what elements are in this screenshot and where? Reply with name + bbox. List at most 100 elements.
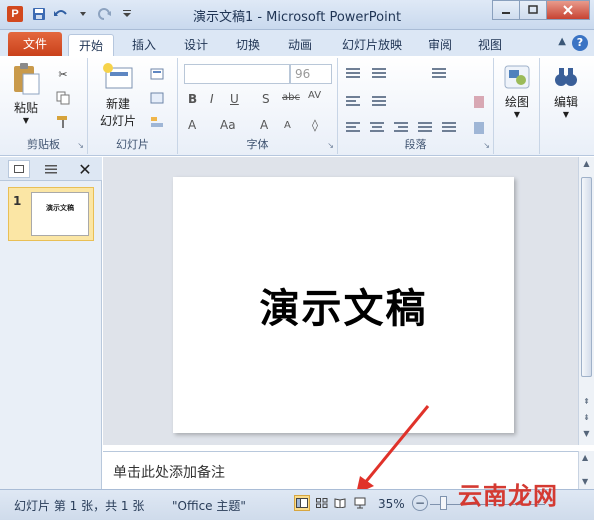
tab-slideshow[interactable]: 幻灯片放映 [333, 34, 411, 56]
editor-vertical-scrollbar[interactable]: ▲ ⇞ ⇟ ▼ [578, 157, 594, 445]
notes-placeholder[interactable]: 单击此处添加备注 [113, 462, 225, 482]
group-paragraph: 段落 ↘ [338, 58, 494, 154]
window-controls [492, 0, 590, 20]
scroll-down-icon[interactable]: ▼ [581, 429, 592, 438]
slide-thumbnail: 演示文稿 [31, 192, 89, 236]
grow-font-icon[interactable]: A [260, 118, 268, 132]
ribbon: 粘贴 ▼ ✂ 剪贴板 ↘ 新建 幻灯片 幻灯片 96 B I U S abc A… [0, 56, 594, 156]
group-clipboard: 粘贴 ▼ ✂ 剪贴板 ↘ [0, 58, 88, 154]
zoom-out-icon[interactable]: − [412, 495, 428, 511]
tab-view[interactable]: 视图 [470, 34, 510, 56]
tab-home[interactable]: 开始 [68, 34, 114, 56]
watermark-text: 云南龙网 [458, 482, 558, 510]
notes-scroll-up-icon[interactable]: ▲ [582, 453, 588, 462]
shapes-icon [504, 65, 530, 89]
font-size-value: 96 [295, 67, 311, 81]
group-label-font: 字体 [246, 138, 269, 151]
font-launcher-icon[interactable]: ↘ [327, 141, 334, 150]
layout-icon[interactable] [148, 66, 166, 82]
binoculars-icon [555, 68, 577, 86]
reset-icon[interactable] [148, 90, 166, 106]
slide-thumbnail-item[interactable]: 1 演示文稿 [8, 187, 94, 241]
underline-icon[interactable]: U [230, 92, 239, 106]
paste-icon [14, 63, 40, 95]
ribbon-tab-row: 文件 开始 插入 设计 切换 动画 幻灯片放映 审阅 视图 ▲ ? [0, 30, 594, 56]
strikethrough-icon[interactable]: abc [282, 92, 300, 103]
slide-count: 幻灯片 第 1 张，共 1 张 [14, 499, 145, 513]
editing-label: 编辑 [553, 95, 578, 109]
slides-pane: ✕ 1 演示文稿 [0, 157, 102, 489]
notes-scroll-down-icon[interactable]: ▼ [582, 477, 588, 486]
group-label-paragraph: 段落 [404, 138, 427, 151]
pane-tabs: ✕ [0, 157, 102, 181]
font-name-combobox[interactable] [184, 64, 290, 84]
shadow-icon[interactable]: S [262, 92, 270, 106]
paste-dropdown-icon: ▼ [22, 116, 30, 125]
paste-button[interactable]: 粘贴 ▼ [6, 62, 46, 125]
shrink-font-icon[interactable]: A [284, 120, 291, 131]
format-painter-icon[interactable] [54, 114, 72, 130]
theme-name[interactable]: "Office 主题" [172, 497, 246, 514]
char-spacing-icon[interactable]: AV [308, 90, 321, 101]
font-color-icon[interactable]: A [188, 118, 196, 132]
tab-insert[interactable]: 插入 [124, 34, 164, 56]
minimize-button[interactable] [492, 0, 520, 20]
cut-icon[interactable]: ✂ [54, 66, 72, 82]
slides-tab-icon[interactable] [8, 160, 30, 178]
slide-sorter-view-icon[interactable] [314, 495, 330, 511]
clear-format-icon[interactable]: ◊ [312, 118, 318, 132]
group-editing: 编辑 ▼ [540, 58, 592, 154]
tab-file[interactable]: 文件 [8, 32, 62, 56]
section-icon[interactable] [148, 114, 166, 130]
group-slides: 新建 幻灯片 幻灯片 [88, 58, 178, 154]
scroll-up-icon[interactable]: ▲ [581, 159, 592, 168]
close-button[interactable] [546, 0, 590, 20]
slide-number: 1 [13, 194, 22, 208]
new-slide-button[interactable]: 新建 幻灯片 [94, 62, 142, 129]
group-drawing: 绘图 ▼ [494, 58, 540, 154]
new-slide-label-1: 新建 [105, 97, 130, 111]
tab-review[interactable]: 审阅 [420, 34, 460, 56]
change-case-icon[interactable]: Aa [220, 118, 236, 132]
font-size-combobox[interactable]: 96 [290, 64, 332, 84]
paragraph-launcher-icon[interactable]: ↘ [483, 141, 490, 150]
editing-dropdown-icon: ▼ [562, 110, 570, 119]
group-font: 96 B I U S abc AV A Aa A A ◊ 字体 ↘ [178, 58, 338, 154]
zoom-level[interactable]: 35% [378, 497, 405, 511]
group-label-clipboard: 剪贴板 [27, 138, 60, 151]
tab-animations[interactable]: 动画 [280, 34, 320, 56]
scroll-thumb[interactable] [581, 177, 592, 377]
slide-canvas[interactable]: 演示文稿 [173, 177, 514, 433]
slideshow-view-icon[interactable] [352, 495, 368, 511]
notes-scrollbar[interactable]: ▲ ▼ [578, 451, 594, 489]
editing-button[interactable]: 编辑 ▼ [546, 64, 586, 119]
zoom-slider-handle[interactable] [440, 496, 447, 510]
copy-icon[interactable] [54, 90, 72, 106]
group-label-slides: 幻灯片 [116, 138, 149, 151]
close-pane-icon[interactable]: ✕ [74, 160, 96, 179]
new-slide-label-2: 幻灯片 [99, 114, 136, 128]
slide-title-text[interactable]: 演示文稿 [260, 276, 428, 334]
tab-transitions[interactable]: 切换 [228, 34, 268, 56]
help-icon[interactable]: ? [572, 35, 588, 51]
outline-tab-icon[interactable] [40, 160, 62, 178]
tab-design[interactable]: 设计 [176, 34, 216, 56]
normal-view-icon[interactable] [294, 495, 310, 511]
drawing-dropdown-icon: ▼ [513, 110, 521, 119]
drawing-button[interactable]: 绘图 ▼ [498, 64, 536, 119]
next-slide-icon[interactable]: ⇟ [581, 413, 592, 422]
bold-icon[interactable]: B [188, 92, 197, 106]
annotation-arrow [356, 405, 430, 494]
reading-view-icon[interactable] [332, 495, 348, 511]
italic-icon[interactable]: I [210, 92, 214, 106]
drawing-label: 绘图 [504, 95, 529, 109]
minimize-ribbon-icon[interactable]: ▲ [558, 36, 566, 47]
paragraph-icons[interactable] [346, 66, 486, 136]
thumbnail-text: 演示文稿 [46, 204, 74, 212]
maximize-button[interactable] [519, 0, 547, 20]
clipboard-launcher-icon[interactable]: ↘ [77, 141, 84, 150]
prev-slide-icon[interactable]: ⇞ [581, 397, 592, 406]
title-bar: P 演示文稿1 - Microsoft PowerPoint [0, 0, 594, 30]
paste-label: 粘贴 [13, 101, 38, 115]
new-slide-icon [103, 63, 133, 89]
